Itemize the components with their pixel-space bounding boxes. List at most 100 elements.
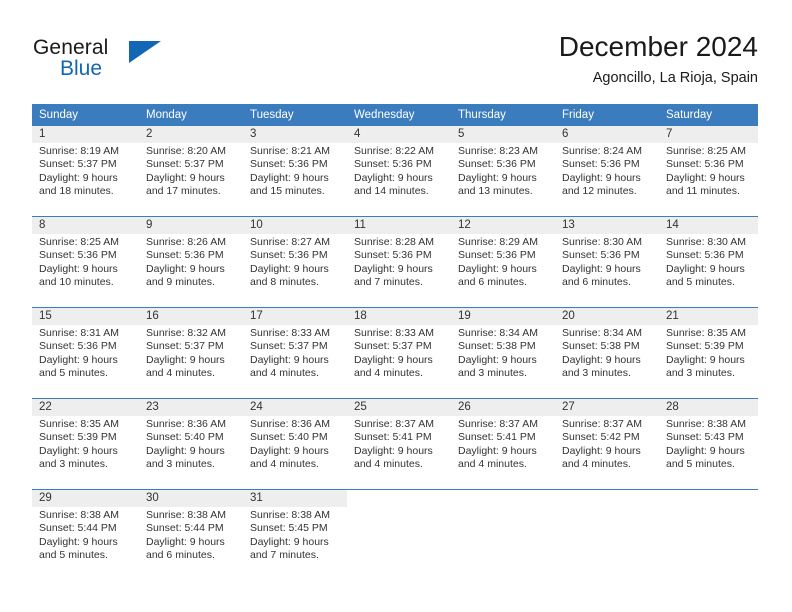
sunrise-text: Sunrise: 8:36 AM bbox=[146, 418, 226, 430]
weekday-header-saturday: Saturday bbox=[659, 104, 758, 126]
brand-logo[interactable]: General Blue bbox=[33, 36, 233, 86]
day-details: Sunrise: 8:25 AM Sunset: 5:36 PM Daylight:… bbox=[32, 234, 139, 290]
sunset-text: Sunset: 5:41 PM bbox=[458, 431, 536, 444]
daylight-text-line2: and 4 minutes. bbox=[250, 458, 319, 471]
sunrise-text: Sunrise: 8:29 AM bbox=[458, 236, 538, 248]
sunrise-text: Sunrise: 8:23 AM bbox=[458, 145, 538, 157]
daylight-text-line1: Daylight: 9 hours bbox=[250, 262, 329, 275]
calendar-day-cell[interactable]: 24 Sunrise: 8:36 AM Sunset: 5:40 PM Dayligh… bbox=[243, 398, 347, 483]
day-number bbox=[555, 490, 659, 507]
calendar-day-cell[interactable]: 27 Sunrise: 8:37 AM Sunset: 5:42 PM Dayligh… bbox=[555, 398, 659, 483]
day-details: Sunrise: 8:28 AM Sunset: 5:36 PM Daylight:… bbox=[347, 234, 451, 290]
calendar-day-cell[interactable]: 18 Sunrise: 8:33 AM Sunset: 5:37 PM Dayligh… bbox=[347, 307, 451, 392]
calendar-day-cell[interactable]: 4 Sunrise: 8:22 AM Sunset: 5:36 PM Daylight… bbox=[347, 126, 451, 210]
day-number: 20 bbox=[555, 308, 659, 325]
calendar-day-cell[interactable]: 16 Sunrise: 8:32 AM Sunset: 5:37 PM Dayligh… bbox=[139, 307, 243, 392]
sunrise-text: Sunrise: 8:30 AM bbox=[666, 236, 746, 248]
day-details: Sunrise: 8:29 AM Sunset: 5:36 PM Daylight:… bbox=[451, 234, 555, 290]
calendar-day-cell[interactable]: 7 Sunrise: 8:25 AM Sunset: 5:36 PM Daylight… bbox=[659, 126, 758, 210]
daylight-text-line2: and 17 minutes. bbox=[146, 185, 221, 198]
calendar-day-cell[interactable]: 23 Sunrise: 8:36 AM Sunset: 5:40 PM Dayligh… bbox=[139, 398, 243, 483]
daylight-text-line1: Daylight: 9 hours bbox=[562, 262, 641, 275]
day-number: 27 bbox=[555, 399, 659, 416]
calendar-day-cell[interactable]: 9 Sunrise: 8:26 AM Sunset: 5:36 PM Daylight… bbox=[139, 216, 243, 301]
calendar-day-cell[interactable]: 12 Sunrise: 8:29 AM Sunset: 5:36 PM Dayligh… bbox=[451, 216, 555, 301]
day-cell-inner: 23 Sunrise: 8:36 AM Sunset: 5:40 PM Dayligh… bbox=[139, 399, 243, 483]
day-number: 16 bbox=[139, 308, 243, 325]
calendar-day-cell[interactable]: 3 Sunrise: 8:21 AM Sunset: 5:36 PM Daylight… bbox=[243, 126, 347, 210]
day-cell-inner: 3 Sunrise: 8:21 AM Sunset: 5:36 PM Daylight… bbox=[243, 126, 347, 210]
sunrise-text: Sunrise: 8:24 AM bbox=[562, 145, 642, 157]
day-number: 24 bbox=[243, 399, 347, 416]
sunset-text: Sunset: 5:41 PM bbox=[354, 431, 432, 444]
sunrise-text: Sunrise: 8:31 AM bbox=[39, 327, 119, 339]
daylight-text-line2: and 4 minutes. bbox=[458, 458, 527, 471]
daylight-text-line2: and 5 minutes. bbox=[39, 367, 108, 380]
day-number: 14 bbox=[659, 217, 758, 234]
daylight-text-line2: and 18 minutes. bbox=[39, 185, 114, 198]
day-cell-inner: 8 Sunrise: 8:25 AM Sunset: 5:36 PM Daylight… bbox=[32, 217, 139, 301]
calendar-day-cell[interactable]: 29 Sunrise: 8:38 AM Sunset: 5:44 PM Dayligh… bbox=[32, 489, 139, 574]
day-number: 30 bbox=[139, 490, 243, 507]
calendar-day-cell[interactable]: 31 Sunrise: 8:38 AM Sunset: 5:45 PM Dayligh… bbox=[243, 489, 347, 574]
day-details: Sunrise: 8:31 AM Sunset: 5:36 PM Daylight:… bbox=[32, 325, 139, 381]
calendar-day-cell[interactable]: 1 Sunrise: 8:19 AM Sunset: 5:37 PM Daylight… bbox=[32, 126, 139, 210]
sunrise-text: Sunrise: 8:25 AM bbox=[39, 236, 119, 248]
day-cell-inner: 1 Sunrise: 8:19 AM Sunset: 5:37 PM Daylight… bbox=[32, 126, 139, 210]
day-number: 22 bbox=[32, 399, 139, 416]
calendar-day-cell[interactable]: 21 Sunrise: 8:35 AM Sunset: 5:39 PM Dayligh… bbox=[659, 307, 758, 392]
day-details: Sunrise: 8:37 AM Sunset: 5:41 PM Daylight:… bbox=[451, 416, 555, 472]
sunrise-text: Sunrise: 8:35 AM bbox=[39, 418, 119, 430]
calendar-day-cell[interactable]: 19 Sunrise: 8:34 AM Sunset: 5:38 PM Dayligh… bbox=[451, 307, 555, 392]
calendar-day-cell[interactable]: 30 Sunrise: 8:38 AM Sunset: 5:44 PM Dayligh… bbox=[139, 489, 243, 574]
day-cell-inner: 9 Sunrise: 8:26 AM Sunset: 5:36 PM Daylight… bbox=[139, 217, 243, 301]
daylight-text-line2: and 3 minutes. bbox=[562, 367, 631, 380]
day-number: 7 bbox=[659, 126, 758, 143]
calendar-day-cell[interactable]: 17 Sunrise: 8:33 AM Sunset: 5:37 PM Dayligh… bbox=[243, 307, 347, 392]
calendar-day-cell[interactable]: 15 Sunrise: 8:31 AM Sunset: 5:36 PM Dayligh… bbox=[32, 307, 139, 392]
day-number: 15 bbox=[32, 308, 139, 325]
calendar-day-cell-empty bbox=[555, 489, 659, 574]
calendar-day-cell[interactable]: 5 Sunrise: 8:23 AM Sunset: 5:36 PM Daylight… bbox=[451, 126, 555, 210]
day-cell-inner: 17 Sunrise: 8:33 AM Sunset: 5:37 PM Dayligh… bbox=[243, 308, 347, 392]
daylight-text-line2: and 15 minutes. bbox=[250, 185, 325, 198]
day-cell-inner: 16 Sunrise: 8:32 AM Sunset: 5:37 PM Dayligh… bbox=[139, 308, 243, 392]
calendar-day-cell[interactable]: 8 Sunrise: 8:25 AM Sunset: 5:36 PM Daylight… bbox=[32, 216, 139, 301]
calendar-day-cell-empty bbox=[451, 489, 555, 574]
calendar-day-cell[interactable]: 6 Sunrise: 8:24 AM Sunset: 5:36 PM Daylight… bbox=[555, 126, 659, 210]
calendar-day-cell[interactable]: 10 Sunrise: 8:27 AM Sunset: 5:36 PM Dayligh… bbox=[243, 216, 347, 301]
sunset-text: Sunset: 5:43 PM bbox=[666, 431, 744, 444]
daylight-text-line2: and 10 minutes. bbox=[39, 276, 114, 289]
calendar-day-cell[interactable]: 25 Sunrise: 8:37 AM Sunset: 5:41 PM Dayligh… bbox=[347, 398, 451, 483]
calendar-day-cell[interactable]: 14 Sunrise: 8:30 AM Sunset: 5:36 PM Dayligh… bbox=[659, 216, 758, 301]
day-number: 6 bbox=[555, 126, 659, 143]
daylight-text-line1: Daylight: 9 hours bbox=[562, 353, 641, 366]
day-number: 8 bbox=[32, 217, 139, 234]
daylight-text-line1: Daylight: 9 hours bbox=[562, 444, 641, 457]
day-details: Sunrise: 8:35 AM Sunset: 5:39 PM Daylight:… bbox=[659, 325, 758, 381]
daylight-text-line1: Daylight: 9 hours bbox=[39, 262, 118, 275]
title-block: December 2024 Agoncillo, La Rioja, Spain bbox=[559, 30, 758, 88]
day-details bbox=[347, 507, 451, 509]
calendar-day-cell[interactable]: 13 Sunrise: 8:30 AM Sunset: 5:36 PM Dayligh… bbox=[555, 216, 659, 301]
calendar-day-cell[interactable]: 20 Sunrise: 8:34 AM Sunset: 5:38 PM Dayligh… bbox=[555, 307, 659, 392]
day-number: 11 bbox=[347, 217, 451, 234]
brand-name-blue: Blue bbox=[60, 57, 103, 80]
calendar-day-cell[interactable]: 28 Sunrise: 8:38 AM Sunset: 5:43 PM Dayligh… bbox=[659, 398, 758, 483]
sunset-text: Sunset: 5:36 PM bbox=[250, 158, 328, 171]
daylight-text-line2: and 6 minutes. bbox=[458, 276, 527, 289]
calendar-day-cell[interactable]: 11 Sunrise: 8:28 AM Sunset: 5:36 PM Dayligh… bbox=[347, 216, 451, 301]
day-details: Sunrise: 8:27 AM Sunset: 5:36 PM Daylight:… bbox=[243, 234, 347, 290]
calendar-day-cell[interactable]: 22 Sunrise: 8:35 AM Sunset: 5:39 PM Dayligh… bbox=[32, 398, 139, 483]
sunrise-text: Sunrise: 8:33 AM bbox=[354, 327, 434, 339]
daylight-text-line2: and 3 minutes. bbox=[146, 458, 215, 471]
sunset-text: Sunset: 5:38 PM bbox=[458, 340, 536, 353]
calendar-week-row: 22 Sunrise: 8:35 AM Sunset: 5:39 PM Dayligh… bbox=[32, 398, 758, 483]
calendar-day-cell[interactable]: 26 Sunrise: 8:37 AM Sunset: 5:41 PM Dayligh… bbox=[451, 398, 555, 483]
day-cell-inner: 18 Sunrise: 8:33 AM Sunset: 5:37 PM Dayligh… bbox=[347, 308, 451, 392]
calendar-day-cell[interactable]: 2 Sunrise: 8:20 AM Sunset: 5:37 PM Daylight… bbox=[139, 126, 243, 210]
sunrise-text: Sunrise: 8:37 AM bbox=[458, 418, 538, 430]
day-cell-inner bbox=[555, 490, 659, 574]
sunset-text: Sunset: 5:36 PM bbox=[666, 158, 744, 171]
day-cell-inner: 19 Sunrise: 8:34 AM Sunset: 5:38 PM Dayligh… bbox=[451, 308, 555, 392]
